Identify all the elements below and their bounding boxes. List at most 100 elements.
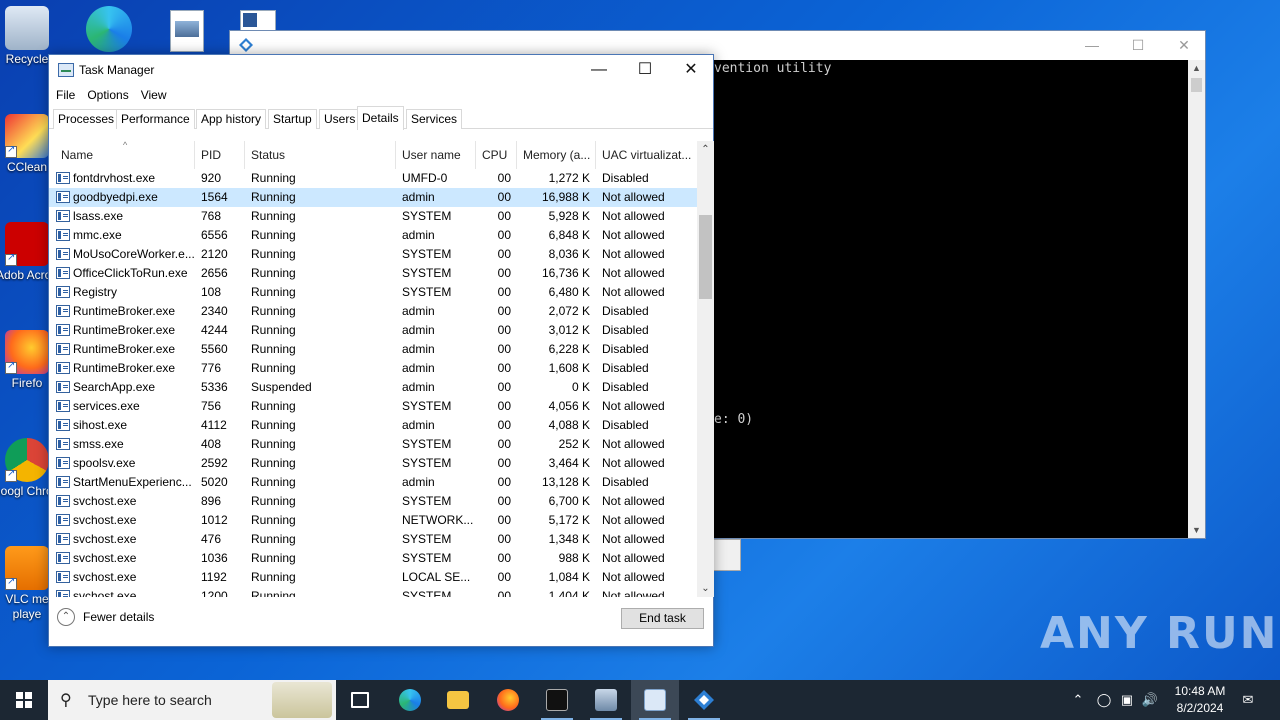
- process-row[interactable]: RuntimeBroker.exe 2340 Running admin 00 2,072…: [49, 302, 697, 321]
- network-icon[interactable]: ▣: [1117, 680, 1137, 720]
- process-row[interactable]: OfficeClickToRun.exe 2656 Running SYSTEM 00 1…: [49, 264, 697, 283]
- taskbar-firefox[interactable]: [484, 680, 532, 720]
- fewer-details-link[interactable]: ⌃ Fewer details: [57, 608, 154, 626]
- cell-status: Running: [251, 323, 296, 337]
- taskbar-file-explorer[interactable]: [434, 680, 482, 720]
- column-header-pid[interactable]: PID: [195, 141, 245, 169]
- cell-cpu: 00: [497, 475, 511, 489]
- process-row[interactable]: fontdrvhost.exe 920 Running UMFD-0 00 1,272 K…: [49, 169, 697, 188]
- cell-uac: Not allowed: [602, 494, 665, 508]
- firefox-icon: [497, 689, 519, 711]
- column-header-row: Name ^ PID Status User name CPU Memory (a…: [49, 141, 697, 169]
- process-row[interactable]: RuntimeBroker.exe 776 Running admin 00 1,608 …: [49, 359, 697, 378]
- cell-memory: 2,072 K: [548, 304, 590, 318]
- edge-icon: [399, 689, 421, 711]
- shortcut-arrow-icon: [5, 468, 17, 482]
- notifications-icon[interactable]: ✉: [1236, 680, 1260, 720]
- scroll-up-arrow-icon[interactable]: ▲: [1188, 60, 1205, 76]
- process-row[interactable]: mmc.exe 6556 Running admin 00 6,848 K Not allo…: [49, 226, 697, 245]
- process-row[interactable]: SearchApp.exe 5336 Suspended admin 00 0 K Disa…: [49, 378, 697, 397]
- process-row[interactable]: goodbyedpi.exe 1564 Running admin 00 16,988 K…: [49, 188, 697, 207]
- menu-view[interactable]: View: [140, 85, 174, 105]
- process-row[interactable]: spoolsv.exe 2592 Running SYSTEM 00 3,464 K Not…: [49, 454, 697, 473]
- column-header-name[interactable]: Name ^: [55, 141, 195, 169]
- cell-cpu: 00: [497, 323, 511, 337]
- process-row[interactable]: StartMenuExperienc... 5020 Running admin 00 1…: [49, 473, 697, 492]
- process-row[interactable]: RuntimeBroker.exe 5560 Running admin 00 6,228…: [49, 340, 697, 359]
- menu-options[interactable]: Options: [86, 85, 135, 105]
- start-button[interactable]: [0, 680, 48, 720]
- desktop-icon-edge[interactable]: [86, 6, 138, 58]
- tab-startup[interactable]: Startup: [268, 109, 317, 129]
- cell-uac: Not allowed: [602, 190, 665, 204]
- goodbyedpi-icon: [694, 690, 714, 710]
- process-row[interactable]: lsass.exe 768 Running SYSTEM 00 5,928 K Not al…: [49, 207, 697, 226]
- process-row[interactable]: smss.exe 408 Running SYSTEM 00 252 K Not allow…: [49, 435, 697, 454]
- system-clock[interactable]: 10:48 AM 8/2/2024: [1160, 683, 1240, 717]
- taskbar-task-manager[interactable]: [631, 680, 679, 720]
- column-header-user-name[interactable]: User name: [396, 141, 476, 169]
- taskbar-command-prompt[interactable]: [533, 680, 581, 720]
- cell-uac: Not allowed: [602, 551, 665, 565]
- taskbar-edge[interactable]: [386, 680, 434, 720]
- task-view-button[interactable]: [336, 680, 384, 720]
- grid-scroll-thumb[interactable]: [699, 215, 712, 299]
- cell-name: RuntimeBroker.exe: [73, 323, 176, 337]
- end-task-button[interactable]: End task: [621, 608, 704, 629]
- process-row[interactable]: svchost.exe 1192 Running LOCAL SE... 00 1,084…: [49, 568, 697, 587]
- taskbar-goodbyedpi[interactable]: [680, 680, 728, 720]
- task-manager-window[interactable]: Task Manager — ☐ ✕ File Options View Pro…: [48, 54, 714, 647]
- column-header-memory[interactable]: Memory (a...: [517, 141, 596, 169]
- cell-status: Running: [251, 532, 296, 546]
- tab-services[interactable]: Services: [406, 109, 463, 129]
- process-row[interactable]: svchost.exe 896 Running SYSTEM 00 6,700 K Not …: [49, 492, 697, 511]
- tab-users[interactable]: Users: [319, 109, 361, 129]
- process-row[interactable]: sihost.exe 4112 Running admin 00 4,088 K Disab…: [49, 416, 697, 435]
- process-row[interactable]: services.exe 756 Running SYSTEM 00 4,056 K Not…: [49, 397, 697, 416]
- scroll-up-arrow-icon[interactable]: ⌃: [697, 141, 714, 158]
- grid-scrollbar[interactable]: ⌃ ⌄: [697, 141, 714, 597]
- taskbar-network-app[interactable]: [582, 680, 630, 720]
- desktop-icon-image-file[interactable]: [170, 10, 204, 52]
- cell-uac: Not allowed: [602, 399, 665, 413]
- column-header-uac[interactable]: UAC virtualizat...: [596, 141, 697, 169]
- console-minimize-button[interactable]: —: [1069, 31, 1115, 59]
- scroll-down-arrow-icon[interactable]: ▼: [1188, 522, 1205, 538]
- column-header-status[interactable]: Status: [245, 141, 396, 169]
- process-icon: [56, 514, 70, 526]
- console-scrollbar[interactable]: ▲ ▼: [1188, 60, 1205, 538]
- console-maximize-button[interactable]: ☐: [1115, 31, 1161, 59]
- process-row[interactable]: svchost.exe 1036 Running SYSTEM 00 988 K Not a…: [49, 549, 697, 568]
- taskbar-search-box[interactable]: ⚲ Type here to search: [48, 680, 336, 720]
- tab-app-history[interactable]: App history: [196, 109, 267, 129]
- tab-performance[interactable]: Performance: [116, 109, 195, 129]
- minimize-button[interactable]: —: [576, 55, 622, 85]
- console-scroll-thumb[interactable]: [1191, 78, 1202, 92]
- cell-status: Running: [251, 494, 296, 508]
- process-icon: [56, 248, 70, 260]
- menu-file[interactable]: File: [55, 85, 82, 105]
- cell-pid: 2656: [201, 266, 228, 280]
- cell-name: fontdrvhost.exe: [73, 171, 156, 185]
- tab-details[interactable]: Details: [357, 106, 404, 130]
- cell-user-name: SYSTEM: [402, 494, 452, 508]
- footer-bar: ⌃ Fewer details End task: [49, 594, 713, 646]
- column-header-cpu[interactable]: CPU: [476, 141, 517, 169]
- process-row[interactable]: svchost.exe 476 Running SYSTEM 00 1,348 K Not …: [49, 530, 697, 549]
- task-manager-titlebar[interactable]: Task Manager — ☐ ✕: [49, 55, 713, 85]
- process-row[interactable]: Registry 108 Running SYSTEM 00 6,480 K Not all…: [49, 283, 697, 302]
- cell-pid: 4112: [201, 418, 227, 432]
- console-close-button[interactable]: ✕: [1161, 31, 1207, 59]
- defender-icon[interactable]: ◯: [1094, 680, 1114, 720]
- process-row[interactable]: MoUsoCoreWorker.e... 2120 Running SYSTEM 00 8…: [49, 245, 697, 264]
- search-placeholder: Type here to search: [88, 692, 212, 708]
- process-row[interactable]: RuntimeBroker.exe 4244 Running admin 00 3,012…: [49, 321, 697, 340]
- tab-processes[interactable]: Processes: [53, 109, 120, 129]
- cell-uac: Disabled: [602, 475, 649, 489]
- close-button[interactable]: ✕: [668, 55, 714, 85]
- volume-icon[interactable]: 🔊: [1140, 680, 1160, 720]
- desktop-icon-word-file[interactable]: [240, 10, 276, 32]
- maximize-button[interactable]: ☐: [622, 55, 668, 85]
- process-row[interactable]: svchost.exe 1012 Running NETWORK... 00 5,172 …: [49, 511, 697, 530]
- show-hidden-icons-button[interactable]: ⌃: [1068, 680, 1088, 720]
